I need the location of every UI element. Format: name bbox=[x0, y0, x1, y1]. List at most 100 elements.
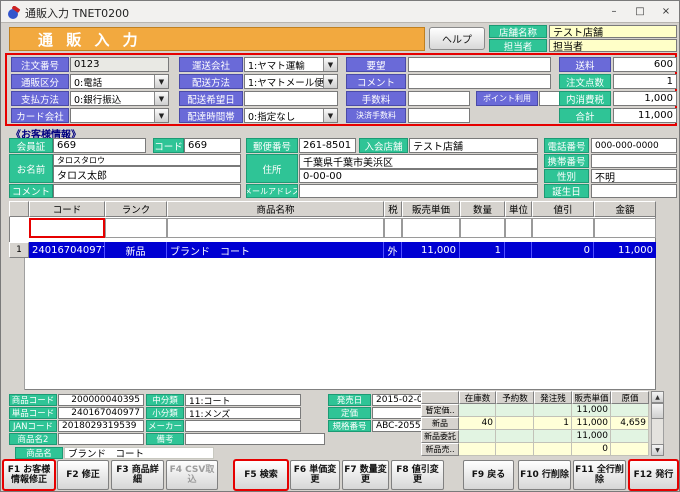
settle-fee-field[interactable] bbox=[408, 108, 470, 123]
chevron-down-icon[interactable]: ▼ bbox=[323, 58, 337, 71]
shipping-label: 送料 bbox=[559, 57, 611, 72]
f5-search-button[interactable]: F5 検索 bbox=[234, 460, 288, 490]
scroll-down-icon[interactable]: ▼ bbox=[651, 444, 664, 456]
comment-field[interactable] bbox=[408, 74, 551, 89]
time-slot-select[interactable]: 0:指定なし ▼ bbox=[244, 108, 338, 123]
mobile-field[interactable] bbox=[591, 154, 677, 168]
customer-code-field[interactable]: 669 bbox=[184, 138, 241, 153]
birthday-field[interactable] bbox=[591, 184, 677, 198]
chevron-down-icon[interactable]: ▼ bbox=[323, 75, 337, 88]
cell-discount[interactable]: 0 bbox=[532, 242, 594, 258]
cell-tax[interactable]: 外 bbox=[384, 242, 402, 258]
item-code-value: 200000040395 bbox=[58, 394, 144, 406]
list-price-label: 定価 bbox=[328, 407, 371, 419]
stock-cell: 11,000 bbox=[572, 404, 611, 417]
stock-cell: 4,659 bbox=[611, 417, 649, 430]
address-line2-field[interactable]: 0-00-00 bbox=[299, 169, 538, 183]
note-label: 備考 bbox=[146, 433, 184, 445]
col-header-tax: 税 bbox=[384, 201, 402, 217]
carrier-value: 1:ヤマト運輸 bbox=[248, 58, 323, 72]
col-header-rowno bbox=[9, 201, 29, 217]
chevron-down-icon[interactable]: ▼ bbox=[323, 109, 337, 122]
customer-name-field[interactable]: タロス太郎 bbox=[53, 166, 241, 183]
unit-code-label: 単品コード bbox=[9, 407, 57, 419]
cell-name[interactable]: ブランド コート bbox=[167, 242, 384, 258]
mobile-label: 携帯番号 bbox=[544, 154, 589, 168]
join-store-field[interactable]: テスト店舗 bbox=[409, 138, 538, 153]
f7-qty-change-button[interactable]: F7 数量変更 bbox=[342, 460, 389, 490]
email-label: メールアドレス bbox=[246, 184, 298, 198]
maker-label: メーカー bbox=[146, 420, 184, 432]
f3-product-detail-button[interactable]: F3 商品詳細 bbox=[111, 460, 164, 490]
application-window: 通販入力 TNET0200 – □ × 通 販 入 力 ヘルプ 店舗名称 テスト… bbox=[0, 0, 680, 492]
jan-code-value: 2018029319539 bbox=[58, 420, 144, 432]
chevron-down-icon[interactable]: ▼ bbox=[154, 109, 168, 122]
gender-field[interactable]: 不明 bbox=[591, 169, 677, 183]
f2-edit-button[interactable]: F2 修正 bbox=[57, 460, 109, 490]
discount-entry-field[interactable] bbox=[532, 218, 594, 238]
shipping-value[interactable]: 600 bbox=[613, 57, 677, 72]
card-company-select[interactable]: ▼ bbox=[70, 108, 169, 123]
stock-cell: 0 bbox=[572, 443, 611, 456]
chevron-down-icon[interactable]: ▼ bbox=[154, 75, 168, 88]
f1-customer-edit-button[interactable]: F1 お客様情報修正 bbox=[3, 460, 55, 490]
scroll-up-icon[interactable]: ▲ bbox=[651, 391, 664, 403]
qty-entry-field[interactable] bbox=[460, 218, 505, 238]
ship-method-label: 配送方法 bbox=[179, 74, 243, 89]
phone-field[interactable]: 000-000-0000 bbox=[591, 138, 677, 153]
f12-issue-button[interactable]: F12 発行 bbox=[629, 460, 678, 490]
stock-cell bbox=[534, 443, 572, 456]
name-entry-field[interactable] bbox=[167, 218, 384, 238]
window-title: 通販入力 TNET0200 bbox=[25, 5, 129, 21]
points-label: ポイント利用 bbox=[476, 91, 538, 106]
f11-delete-all-rows-button[interactable]: F11 全行削除 bbox=[573, 460, 626, 490]
col-header-price: 販売単価 bbox=[402, 201, 460, 217]
f6-price-change-button[interactable]: F6 単価変更 bbox=[290, 460, 340, 490]
comment-label: コメント bbox=[346, 74, 406, 89]
help-button[interactable]: ヘルプ bbox=[429, 27, 485, 50]
order-no-field[interactable]: 0123 bbox=[70, 57, 169, 72]
fee-field[interactable] bbox=[408, 91, 470, 106]
member-field[interactable]: 669 bbox=[53, 138, 146, 153]
code-entry-field[interactable] bbox=[29, 218, 105, 238]
f9-back-button[interactable]: F9 戻る bbox=[463, 460, 514, 490]
zip-field[interactable]: 261-8501 bbox=[299, 138, 356, 153]
f8-discount-change-button[interactable]: F8 値引変更 bbox=[391, 460, 444, 490]
stock-cell bbox=[496, 430, 534, 443]
rank-entry-field[interactable] bbox=[105, 218, 167, 238]
staff-label: 担当者 bbox=[489, 39, 547, 52]
carrier-select[interactable]: 1:ヤマト運輸 ▼ bbox=[244, 57, 338, 72]
customer-comment-field[interactable] bbox=[53, 184, 241, 198]
chevron-down-icon[interactable]: ▼ bbox=[154, 92, 168, 105]
ship-date-field[interactable] bbox=[244, 91, 338, 106]
maximize-icon[interactable]: □ bbox=[627, 1, 653, 22]
payment-select[interactable]: 0:銀行振込 ▼ bbox=[70, 91, 169, 106]
ship-method-select[interactable]: 1:ヤマトメール便 ▼ bbox=[244, 74, 338, 89]
minimize-icon[interactable]: – bbox=[601, 1, 627, 22]
item-count-label: 注文点数 bbox=[559, 74, 611, 89]
scrollbar-thumb[interactable] bbox=[651, 403, 664, 419]
price-entry-field[interactable] bbox=[402, 218, 460, 238]
f10-delete-row-button[interactable]: F10 行削除 bbox=[518, 460, 571, 490]
name2-label: 商品名2 bbox=[9, 433, 57, 445]
cell-price[interactable]: 11,000 bbox=[402, 242, 460, 258]
request-field[interactable] bbox=[408, 57, 551, 72]
customer-kana-field[interactable]: タロスタロウ bbox=[53, 154, 241, 166]
col-header-amount: 金額 bbox=[594, 201, 656, 217]
amount-entry-field[interactable] bbox=[594, 218, 656, 238]
cell-rank[interactable]: 新品 bbox=[105, 242, 167, 258]
col-header-unit: 単位 bbox=[505, 201, 532, 217]
cell-code[interactable]: 240167040977 bbox=[29, 242, 105, 258]
close-icon[interactable]: × bbox=[653, 1, 679, 22]
store-name-value: テスト店舗 bbox=[549, 25, 677, 38]
email-field[interactable] bbox=[299, 184, 538, 198]
order-type-select[interactable]: 0:電話 ▼ bbox=[70, 74, 169, 89]
tax-entry-field[interactable] bbox=[384, 218, 402, 238]
address-line1-field[interactable]: 千葉県千葉市美浜区 bbox=[299, 154, 538, 169]
total-value: 11,000 bbox=[613, 108, 677, 123]
cell-unit[interactable] bbox=[505, 242, 532, 258]
unit-entry-field[interactable] bbox=[505, 218, 532, 238]
stock-cell bbox=[611, 443, 649, 456]
cell-amount[interactable]: 11,000 bbox=[594, 242, 656, 258]
cell-qty[interactable]: 1 bbox=[460, 242, 505, 258]
